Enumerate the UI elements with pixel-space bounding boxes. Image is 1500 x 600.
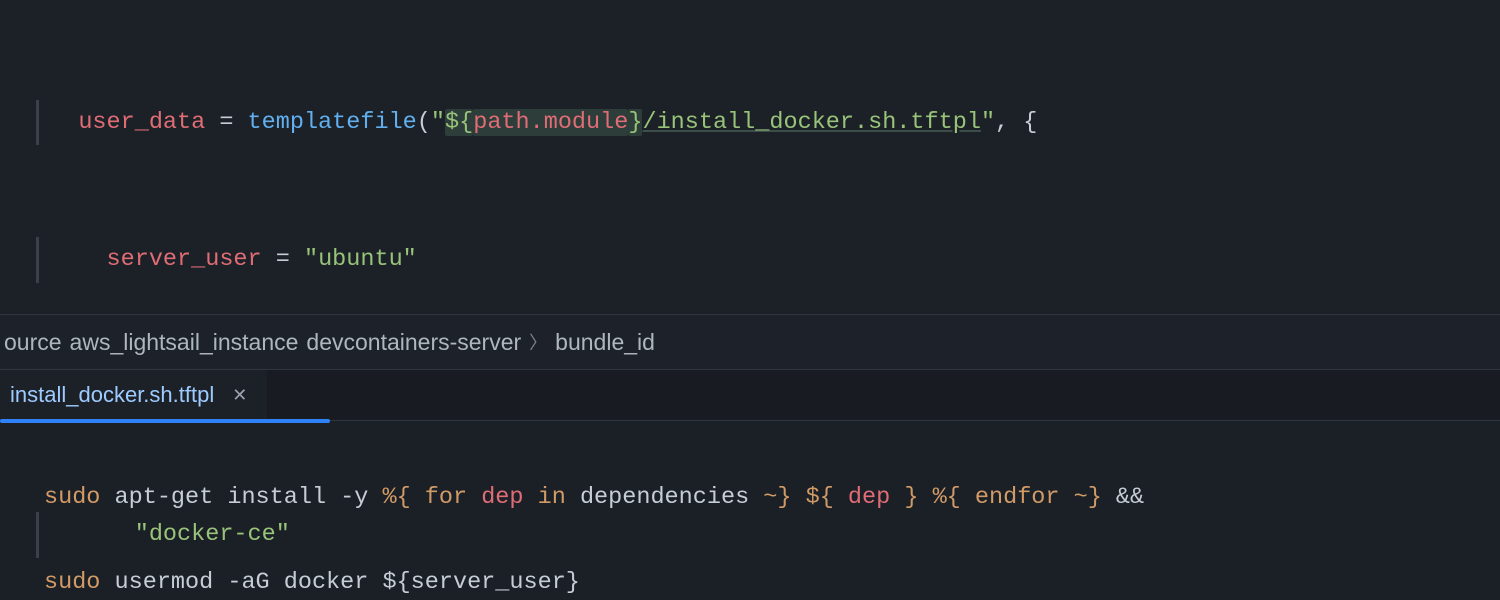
shell-text: usermod -aG docker xyxy=(100,569,382,596)
loop-var: dep xyxy=(481,484,523,511)
map-key: server_user xyxy=(107,246,262,273)
tab-active-indicator xyxy=(0,419,330,423)
space xyxy=(792,484,806,511)
editor-tab-bar[interactable]: install_docker.sh.tftpl ✕ xyxy=(0,370,1500,421)
template-directive-close: } xyxy=(777,484,791,511)
keyword-in: in xyxy=(524,484,580,511)
strip-marker: ~ xyxy=(749,484,777,511)
breadcrumb-segment[interactable]: devcontainers-server xyxy=(306,329,521,356)
keyword-for: for xyxy=(411,484,482,511)
punct: , { xyxy=(995,109,1037,136)
breadcrumb-segment[interactable]: bundle_id xyxy=(555,329,655,356)
breadcrumb-segment[interactable]: aws_lightsail_instance xyxy=(70,329,299,356)
string-quote: " xyxy=(431,109,445,136)
close-icon[interactable]: ✕ xyxy=(228,383,251,408)
strip-marker: ~ xyxy=(1074,484,1088,511)
chevron-right-icon: 〉 xyxy=(529,329,547,355)
identifier: user_data xyxy=(78,109,205,136)
path-module-ref: path.module xyxy=(473,109,628,136)
interp-open: ${ xyxy=(806,484,834,511)
template-directive-open: %{ xyxy=(382,484,410,511)
code-line: user_data = templatefile("${path.module}… xyxy=(0,100,1500,146)
paren: ( xyxy=(417,109,431,136)
keyword-sudo: sudo xyxy=(44,569,100,596)
keyword-endfor: endfor xyxy=(961,484,1074,511)
template-directive-close: } xyxy=(1088,484,1102,511)
code-line: server_user = "ubuntu" xyxy=(0,237,1500,283)
string-path: /install_docker.sh.tftpl xyxy=(642,109,980,136)
string-literal: "ubuntu" xyxy=(304,246,417,273)
tab-install-docker[interactable]: install_docker.sh.tftpl ✕ xyxy=(0,370,267,420)
upper-editor-pane[interactable]: user_data = templatefile("${path.module}… xyxy=(0,0,1500,314)
string-literal: "docker-ce" xyxy=(135,521,290,548)
operator: = xyxy=(205,109,247,136)
function-call: templatefile xyxy=(248,109,417,136)
interp-close: } xyxy=(904,484,918,511)
interp-var: dep xyxy=(834,484,905,511)
breadcrumb-segment[interactable]: ource xyxy=(4,329,62,356)
tab-filename: install_docker.sh.tftpl xyxy=(10,382,214,408)
template-directive-open: %{ xyxy=(933,484,961,511)
shell-text: && xyxy=(1102,484,1144,511)
operator: = xyxy=(262,246,304,273)
string-quote: " xyxy=(981,109,995,136)
string-interp-close: } xyxy=(628,109,642,136)
shell-text: apt-get install -y xyxy=(100,484,382,511)
identifier: dependencies xyxy=(580,484,749,511)
code-line: "docker-ce" xyxy=(0,512,1500,558)
interp-literal: ${server_user} xyxy=(382,569,579,596)
string-interp-open: ${ xyxy=(445,109,473,136)
space xyxy=(918,484,932,511)
keyword-sudo: sudo xyxy=(44,484,100,511)
